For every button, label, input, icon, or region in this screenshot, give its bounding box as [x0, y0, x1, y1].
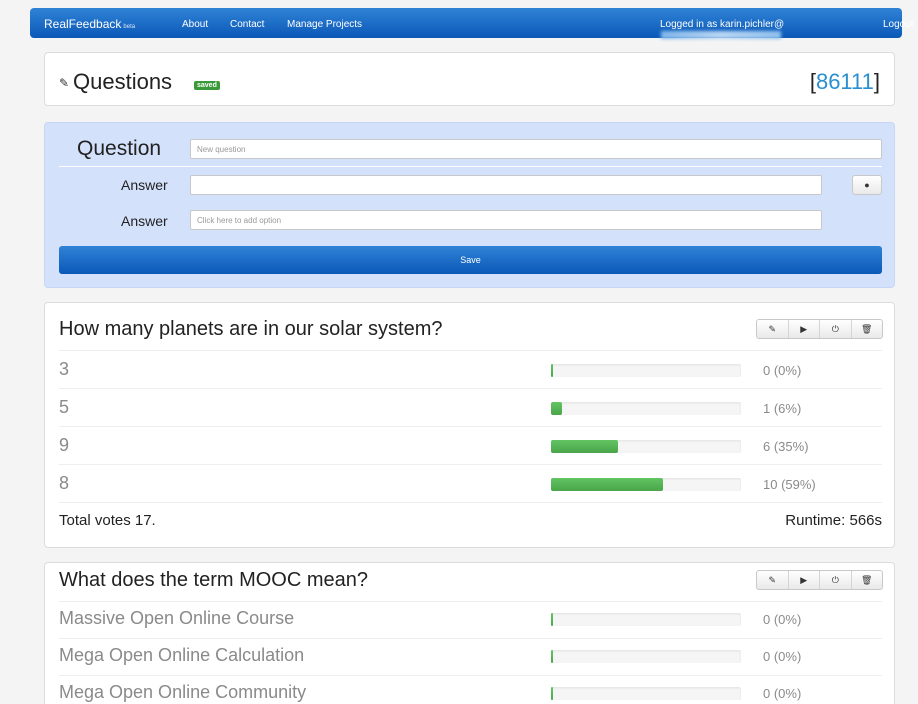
question-panel-2: What does the term MOOC mean? ✎ ▶ ⏻ 🗑 Ma… [44, 562, 895, 704]
page-title: Questions [73, 69, 173, 94]
vote-progress-fill [551, 364, 553, 377]
logged-in-status: Logged in as karin.pichler@ [660, 19, 902, 41]
logout-link[interactable]: Logout [883, 19, 914, 30]
power-icon[interactable]: ⏻ [820, 320, 852, 338]
answer-row: 9 6 (35%) [59, 426, 882, 464]
brand-name[interactable]: RealFeedback [44, 17, 121, 31]
edit-icon[interactable]: ✎ [757, 571, 789, 589]
vote-count: 0 (0%) [763, 612, 802, 627]
answer-option-label: Mega Open Online Calculation [59, 645, 305, 665]
save-button[interactable]: Save [59, 246, 882, 274]
vote-progress-bar [551, 613, 741, 626]
answer-row: Mega Open Online Calculation 0 (0%) [59, 638, 882, 676]
vote-progress-bar [551, 687, 741, 700]
vote-progress-bar [551, 478, 741, 491]
trash-icon[interactable]: 🗑 [852, 571, 883, 589]
question-label: Question [77, 137, 162, 160]
vote-progress-bar [551, 364, 741, 377]
vote-count: 0 (0%) [763, 363, 802, 378]
session-code-number: 86111 [815, 69, 874, 94]
minus-circle-icon: ● [864, 180, 870, 190]
form-divider [59, 166, 882, 167]
brand-logo[interactable]: RealFeedback beta [44, 17, 135, 31]
add-option-input[interactable] [190, 210, 822, 230]
answer-row: Massive Open Online Course 0 (0%) [59, 601, 882, 639]
answer-label: Answer [121, 177, 168, 193]
brand-beta-tag: beta [123, 24, 136, 30]
vote-count: 1 (6%) [763, 401, 802, 416]
question-toolbar: ✎ ▶ ⏻ 🗑 [756, 570, 883, 590]
edit-icon[interactable]: ✎ [757, 320, 789, 338]
power-icon[interactable]: ⏻ [820, 571, 852, 589]
answer-option-label: 3 [59, 359, 70, 379]
nav-manage-projects-link[interactable]: Manage Projects [287, 19, 362, 30]
session-code: [86111] [810, 69, 880, 95]
vote-count: 0 (0%) [763, 686, 802, 701]
play-icon[interactable]: ▶ [789, 571, 820, 589]
vote-count: 10 (59%) [763, 477, 816, 492]
saved-badge: saved [194, 81, 220, 90]
question-title: What does the term MOOC mean? [59, 569, 369, 591]
question-toolbar: ✎ ▶ ⏻ 🗑 [756, 319, 883, 339]
nav-about-link[interactable]: About [182, 19, 208, 30]
vote-progress-fill [551, 440, 618, 453]
vote-progress-bar [551, 650, 741, 663]
answer-option-label: Massive Open Online Course [59, 608, 295, 628]
pencil-icon[interactable]: ✎ [59, 76, 69, 90]
play-icon[interactable]: ▶ [789, 320, 820, 338]
blurred-email-domain [661, 31, 781, 40]
question-input[interactable] [190, 139, 882, 159]
top-navbar: RealFeedback beta About Contact Manage Pr… [30, 8, 914, 41]
nav-contact-link[interactable]: Contact [230, 19, 264, 30]
answer-input-1[interactable] [190, 175, 822, 195]
vote-progress-bar [551, 440, 741, 453]
questions-header-panel: ✎ Questions saved [86111] [44, 52, 895, 106]
vote-progress-fill [551, 687, 553, 700]
answer-row: 5 1 (6%) [59, 388, 882, 426]
logged-in-text: Logged in as karin.pichler@ [660, 19, 785, 30]
code-bracket-close: ] [873, 69, 880, 94]
question-footer: Total votes 17. Runtime: 566s [59, 502, 882, 542]
trash-icon[interactable]: 🗑 [852, 320, 883, 338]
answer-row: 3 0 (0%) [59, 350, 882, 388]
question-title: How many planets are in our solar system… [59, 318, 443, 340]
question-panel-1: How many planets are in our solar system… [44, 302, 895, 548]
answer-option-label: Mega Open Online Community [59, 682, 307, 702]
vote-count: 0 (0%) [763, 649, 802, 664]
vote-count: 6 (35%) [763, 439, 809, 454]
answer-option-label: 8 [59, 473, 70, 493]
answer-label-2: Answer [121, 213, 168, 229]
vote-progress-fill [551, 478, 664, 491]
answer-row: 8 10 (59%) [59, 464, 882, 502]
vote-progress-bar [551, 402, 741, 415]
vote-progress-fill [551, 402, 563, 415]
remove-answer-button[interactable]: ● [852, 175, 882, 195]
answer-option-label: 5 [59, 397, 70, 417]
vote-progress-fill [551, 650, 553, 663]
new-question-form: Question Answer ● Answer Save [44, 122, 895, 288]
answer-option-label: 9 [59, 435, 70, 455]
vote-progress-fill [551, 613, 553, 626]
total-votes: Total votes 17. [59, 512, 156, 529]
answer-row: Mega Open Online Community 0 (0%) [59, 675, 882, 704]
runtime: Runtime: 566s [785, 512, 882, 529]
